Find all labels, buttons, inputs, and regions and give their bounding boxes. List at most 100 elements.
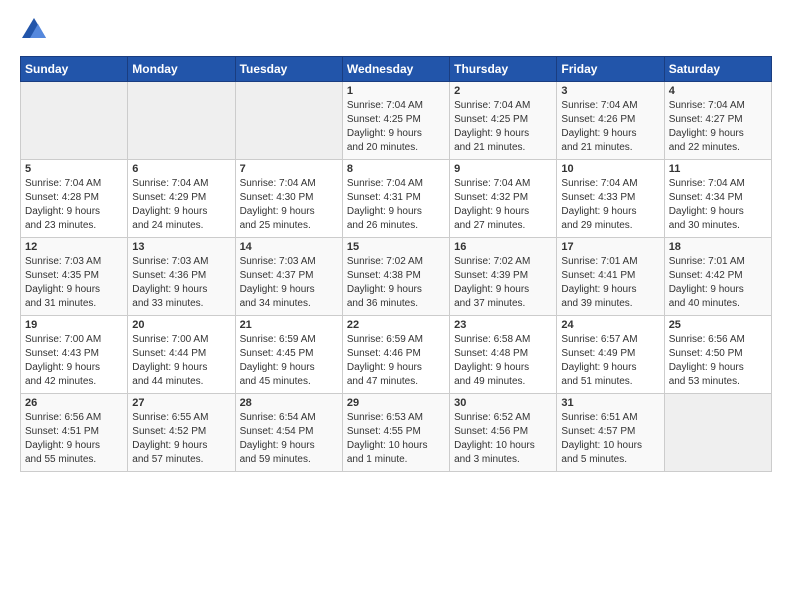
calendar-cell: 27 Sunrise: 6:55 AM Sunset: 4:52 PM Dayli… xyxy=(128,394,235,472)
day-number: 16 xyxy=(454,241,552,253)
day-info: Sunrise: 7:04 AM Sunset: 4:31 PM Dayligh… xyxy=(347,177,445,233)
day-number: 18 xyxy=(669,241,767,253)
calendar-cell: 9 Sunrise: 7:04 AM Sunset: 4:32 PM Daylig… xyxy=(450,160,557,238)
day-info: Sunrise: 7:04 AM Sunset: 4:26 PM Dayligh… xyxy=(561,99,659,155)
header-cell-wednesday: Wednesday xyxy=(342,57,449,82)
header xyxy=(20,16,772,44)
day-info: Sunrise: 7:02 AM Sunset: 4:39 PM Dayligh… xyxy=(454,255,552,311)
calendar-cell: 26Sunrise: 6:56 AM Sunset: 4:51 PM Dayli… xyxy=(21,394,128,472)
logo-icon xyxy=(20,16,48,44)
day-info: Sunrise: 6:56 AM Sunset: 4:50 PM Dayligh… xyxy=(669,333,767,389)
day-info: Sunrise: 6:59 AM Sunset: 4:46 PM Dayligh… xyxy=(347,333,445,389)
calendar-cell: 1 Sunrise: 7:04 AM Sunset: 4:25 PM Daylig… xyxy=(342,82,449,160)
calendar-cell: 13 Sunrise: 7:03 AM Sunset: 4:36 PM Dayli… xyxy=(128,238,235,316)
day-number: 6 xyxy=(132,163,230,175)
calendar-cell: 25Sunrise: 6:56 AM Sunset: 4:50 PM Dayli… xyxy=(664,316,771,394)
day-info: Sunrise: 7:04 AM Sunset: 4:33 PM Dayligh… xyxy=(561,177,659,233)
calendar-cell: 5 Sunrise: 7:04 AM Sunset: 4:28 PM Daylig… xyxy=(21,160,128,238)
day-number: 2 xyxy=(454,85,552,97)
day-info: Sunrise: 7:00 AM Sunset: 4:44 PM Dayligh… xyxy=(132,333,230,389)
day-info: Sunrise: 7:04 AM Sunset: 4:29 PM Dayligh… xyxy=(132,177,230,233)
day-number: 12 xyxy=(25,241,123,253)
calendar-cell: 2 Sunrise: 7:04 AM Sunset: 4:25 PM Daylig… xyxy=(450,82,557,160)
calendar-cell: 15 Sunrise: 7:02 AM Sunset: 4:38 PM Dayli… xyxy=(342,238,449,316)
calendar-cell: 8 Sunrise: 7:04 AM Sunset: 4:31 PM Daylig… xyxy=(342,160,449,238)
day-info: Sunrise: 6:58 AM Sunset: 4:48 PM Dayligh… xyxy=(454,333,552,389)
day-info: Sunrise: 7:01 AM Sunset: 4:41 PM Dayligh… xyxy=(561,255,659,311)
calendar-cell: 10 Sunrise: 7:04 AM Sunset: 4:33 PM Dayli… xyxy=(557,160,664,238)
day-info: Sunrise: 7:04 AM Sunset: 4:28 PM Dayligh… xyxy=(25,177,123,233)
calendar-cell xyxy=(128,82,235,160)
day-number: 22 xyxy=(347,319,445,331)
calendar-cell: 24 Sunrise: 6:57 AM Sunset: 4:49 PM Dayli… xyxy=(557,316,664,394)
day-info: Sunrise: 6:57 AM Sunset: 4:49 PM Dayligh… xyxy=(561,333,659,389)
day-number: 4 xyxy=(669,85,767,97)
day-info: Sunrise: 7:03 AM Sunset: 4:35 PM Dayligh… xyxy=(25,255,123,311)
header-row: SundayMondayTuesdayWednesdayThursdayFrid… xyxy=(21,57,772,82)
calendar-cell: 17Sunrise: 7:01 AM Sunset: 4:41 PM Dayli… xyxy=(557,238,664,316)
calendar-cell: 18 Sunrise: 7:01 AM Sunset: 4:42 PM Dayli… xyxy=(664,238,771,316)
calendar-cell: 30Sunrise: 6:52 AM Sunset: 4:56 PM Dayli… xyxy=(450,394,557,472)
calendar-cell: 6 Sunrise: 7:04 AM Sunset: 4:29 PM Daylig… xyxy=(128,160,235,238)
day-number: 3 xyxy=(561,85,659,97)
calendar-cell: 14 Sunrise: 7:03 AM Sunset: 4:37 PM Dayli… xyxy=(235,238,342,316)
calendar-cell: 28 Sunrise: 6:54 AM Sunset: 4:54 PM Dayli… xyxy=(235,394,342,472)
day-number: 20 xyxy=(132,319,230,331)
day-number: 10 xyxy=(561,163,659,175)
calendar-cell: 19 Sunrise: 7:00 AM Sunset: 4:43 PM Dayli… xyxy=(21,316,128,394)
day-info: Sunrise: 7:04 AM Sunset: 4:32 PM Dayligh… xyxy=(454,177,552,233)
day-info: Sunrise: 6:59 AM Sunset: 4:45 PM Dayligh… xyxy=(240,333,338,389)
day-number: 24 xyxy=(561,319,659,331)
day-info: Sunrise: 7:03 AM Sunset: 4:37 PM Dayligh… xyxy=(240,255,338,311)
header-cell-sunday: Sunday xyxy=(21,57,128,82)
logo xyxy=(20,16,52,44)
day-info: Sunrise: 7:03 AM Sunset: 4:36 PM Dayligh… xyxy=(132,255,230,311)
calendar-body: 1 Sunrise: 7:04 AM Sunset: 4:25 PM Daylig… xyxy=(21,82,772,472)
calendar-cell xyxy=(21,82,128,160)
day-info: Sunrise: 7:04 AM Sunset: 4:25 PM Dayligh… xyxy=(454,99,552,155)
calendar-cell xyxy=(664,394,771,472)
day-number: 5 xyxy=(25,163,123,175)
day-number: 19 xyxy=(25,319,123,331)
calendar-cell: 7 Sunrise: 7:04 AM Sunset: 4:30 PM Daylig… xyxy=(235,160,342,238)
page: SundayMondayTuesdayWednesdayThursdayFrid… xyxy=(0,0,792,484)
calendar-cell: 21Sunrise: 6:59 AM Sunset: 4:45 PM Dayli… xyxy=(235,316,342,394)
day-info: Sunrise: 6:55 AM Sunset: 4:52 PM Dayligh… xyxy=(132,411,230,467)
day-info: Sunrise: 7:04 AM Sunset: 4:34 PM Dayligh… xyxy=(669,177,767,233)
day-number: 7 xyxy=(240,163,338,175)
calendar-header: SundayMondayTuesdayWednesdayThursdayFrid… xyxy=(21,57,772,82)
calendar-week-3: 12 Sunrise: 7:03 AM Sunset: 4:35 PM Dayli… xyxy=(21,238,772,316)
calendar-cell: 3 Sunrise: 7:04 AM Sunset: 4:26 PM Daylig… xyxy=(557,82,664,160)
day-info: Sunrise: 6:52 AM Sunset: 4:56 PM Dayligh… xyxy=(454,411,552,467)
day-number: 28 xyxy=(240,397,338,409)
day-info: Sunrise: 7:04 AM Sunset: 4:25 PM Dayligh… xyxy=(347,99,445,155)
day-number: 1 xyxy=(347,85,445,97)
header-cell-monday: Monday xyxy=(128,57,235,82)
day-info: Sunrise: 6:51 AM Sunset: 4:57 PM Dayligh… xyxy=(561,411,659,467)
day-number: 29 xyxy=(347,397,445,409)
calendar-cell: 11 Sunrise: 7:04 AM Sunset: 4:34 PM Dayli… xyxy=(664,160,771,238)
day-number: 13 xyxy=(132,241,230,253)
day-number: 15 xyxy=(347,241,445,253)
header-cell-saturday: Saturday xyxy=(664,57,771,82)
day-info: Sunrise: 7:00 AM Sunset: 4:43 PM Dayligh… xyxy=(25,333,123,389)
calendar-cell xyxy=(235,82,342,160)
calendar-cell: 20 Sunrise: 7:00 AM Sunset: 4:44 PM Dayli… xyxy=(128,316,235,394)
day-info: Sunrise: 7:01 AM Sunset: 4:42 PM Dayligh… xyxy=(669,255,767,311)
day-info: Sunrise: 6:54 AM Sunset: 4:54 PM Dayligh… xyxy=(240,411,338,467)
header-cell-tuesday: Tuesday xyxy=(235,57,342,82)
calendar-cell: 31Sunrise: 6:51 AM Sunset: 4:57 PM Dayli… xyxy=(557,394,664,472)
day-number: 9 xyxy=(454,163,552,175)
day-info: Sunrise: 7:04 AM Sunset: 4:27 PM Dayligh… xyxy=(669,99,767,155)
day-number: 14 xyxy=(240,241,338,253)
day-number: 8 xyxy=(347,163,445,175)
day-info: Sunrise: 7:04 AM Sunset: 4:30 PM Dayligh… xyxy=(240,177,338,233)
calendar-week-5: 26Sunrise: 6:56 AM Sunset: 4:51 PM Dayli… xyxy=(21,394,772,472)
calendar-cell: 16 Sunrise: 7:02 AM Sunset: 4:39 PM Dayli… xyxy=(450,238,557,316)
day-number: 11 xyxy=(669,163,767,175)
day-number: 27 xyxy=(132,397,230,409)
header-cell-friday: Friday xyxy=(557,57,664,82)
calendar-cell: 22 Sunrise: 6:59 AM Sunset: 4:46 PM Dayli… xyxy=(342,316,449,394)
calendar-cell: 12 Sunrise: 7:03 AM Sunset: 4:35 PM Dayli… xyxy=(21,238,128,316)
day-info: Sunrise: 7:02 AM Sunset: 4:38 PM Dayligh… xyxy=(347,255,445,311)
